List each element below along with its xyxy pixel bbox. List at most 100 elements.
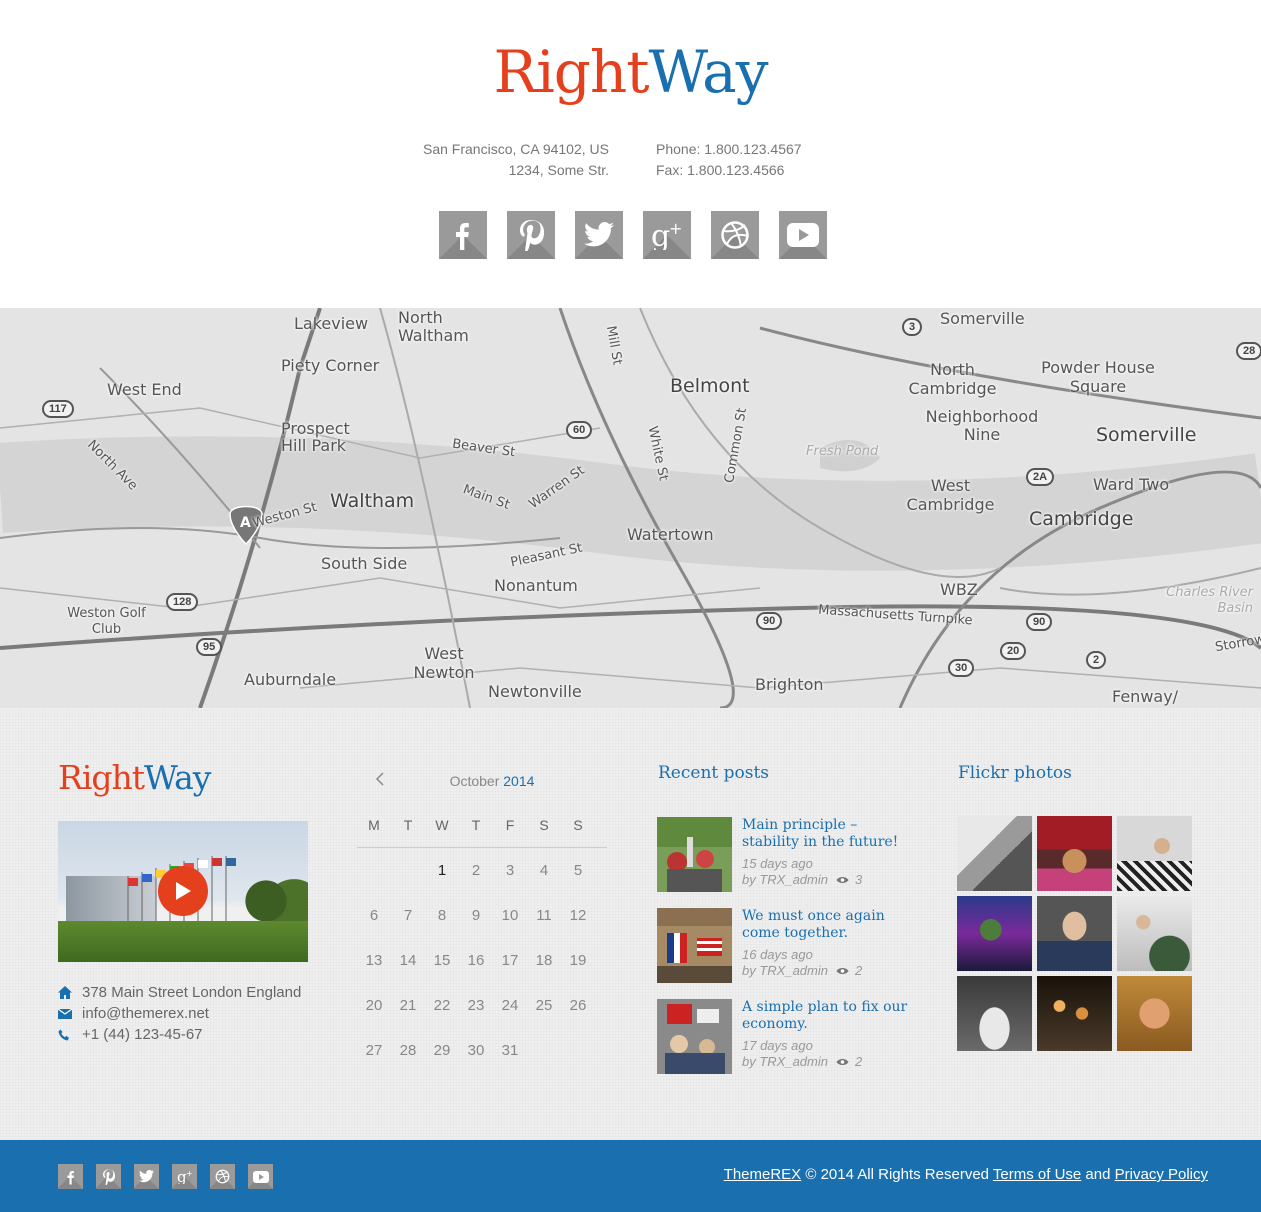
map-label: North Waltham <box>398 308 469 345</box>
post-thumbnail[interactable] <box>657 817 732 892</box>
video-player[interactable] <box>58 821 308 962</box>
calendar-header: October 2014 <box>357 763 607 799</box>
google-plus-icon[interactable]: g + <box>643 211 691 259</box>
post-views-count: 3 <box>854 872 863 887</box>
post-title-link[interactable]: We must once again come together. <box>742 908 917 942</box>
map-label: South Side <box>321 554 408 573</box>
map-label: North Cambridge <box>908 360 997 398</box>
calendar-empty-cell <box>527 1028 561 1073</box>
calendar-day: 4 <box>539 862 549 879</box>
calendar-empty-cell <box>561 1028 595 1073</box>
post-title-link[interactable]: Main principle – stability in the future… <box>742 817 917 851</box>
calendar-day: 6 <box>369 907 379 924</box>
flickr-photo[interactable] <box>957 816 1032 891</box>
calendar-day: 5 <box>573 862 583 879</box>
facebook-icon[interactable] <box>58 1164 83 1189</box>
dribbble-icon[interactable] <box>210 1164 235 1189</box>
youtube-icon[interactable] <box>779 211 827 259</box>
map-label: Fresh Pond <box>806 444 879 459</box>
calendar-day: 25 <box>535 997 553 1014</box>
facebook-icon[interactable] <box>439 211 487 259</box>
contact-phone[interactable]: +1 (44) 123-45-67 <box>58 1026 203 1043</box>
post-views-count: 2 <box>854 963 863 978</box>
calendar-day: 19 <box>569 952 587 969</box>
map-label: Somerville <box>1096 424 1197 446</box>
recent-post[interactable]: We must once again come together. 16 day… <box>657 908 917 983</box>
map-label: West Cambridge <box>906 476 995 514</box>
site-logo[interactable]: RightWay <box>0 38 1261 106</box>
post-thumbnail[interactable] <box>657 908 732 983</box>
dribbble-icon[interactable] <box>711 211 759 259</box>
contact-email[interactable]: info@themerex.net <box>58 1005 209 1022</box>
map-label: Brighton <box>755 675 824 694</box>
location-map[interactable]: Lakeview North Waltham Somerville Piety … <box>0 308 1261 708</box>
play-icon[interactable] <box>158 866 208 916</box>
recent-post[interactable]: A simple plan to fix our economy. 17 day… <box>657 999 917 1074</box>
header-address: San Francisco, CA 94102, US 1234, Some S… <box>423 139 609 181</box>
terms-link[interactable]: Terms of Use <box>993 1166 1081 1183</box>
footer-logo[interactable]: RightWay <box>58 758 211 797</box>
calendar-day: 17 <box>501 952 519 969</box>
calendar-weekday: T <box>403 817 413 833</box>
eye-icon <box>836 872 849 888</box>
svg-text:+: + <box>186 1169 193 1178</box>
flickr-photos <box>957 816 1192 1051</box>
map-label: Powder House Square <box>1041 358 1155 396</box>
route-shield: 90 <box>756 612 783 630</box>
address-line-1: San Francisco, CA 94102, US <box>423 141 609 157</box>
calendar-day: 8 <box>437 907 447 924</box>
flickr-photo[interactable] <box>1037 976 1112 1051</box>
map-label: Prospect Hill Park <box>281 419 350 455</box>
map-label: Watertown <box>627 525 714 544</box>
footer-widgets: RightWay 378 Main Street London England … <box>0 708 1261 1140</box>
map-label: Lakeview <box>294 314 369 333</box>
flickr-photo[interactable] <box>957 896 1032 971</box>
calendar-day: 31 <box>501 1042 519 1059</box>
calendar-weekdays: MTWTFSS <box>357 817 607 848</box>
route-shield: 117 <box>42 400 74 418</box>
map-label: West End <box>107 380 182 399</box>
route-shield: 95 <box>196 638 223 656</box>
map-label: Cambridge <box>1029 508 1134 530</box>
flickr-photo[interactable] <box>1037 896 1112 971</box>
post-title-link[interactable]: A simple plan to fix our economy. <box>742 999 917 1033</box>
youtube-icon[interactable] <box>248 1164 273 1189</box>
privacy-link[interactable]: Privacy Policy <box>1115 1166 1208 1183</box>
post-date: 16 days ago <box>742 947 813 962</box>
flickr-photo[interactable] <box>1117 816 1192 891</box>
calendar-year-link[interactable]: 2014 <box>503 773 534 789</box>
flickr-photo[interactable] <box>1117 976 1192 1051</box>
calendar-day: 28 <box>399 1042 417 1059</box>
calendar-days: 1 2 3 4 5 6 7 8 9 10 11 12 13 14 15 16 17 18 19 20 21 22 23 24 2… <box>357 848 607 1073</box>
post-author[interactable]: by TRX_admin <box>742 1054 828 1069</box>
calendar-day: 10 <box>501 907 519 924</box>
svg-text:g: g <box>177 1169 187 1184</box>
calendar-day[interactable]: 1 <box>425 848 459 893</box>
recent-post[interactable]: Main principle – stability in the future… <box>657 817 917 892</box>
flickr-photo[interactable] <box>1037 816 1112 891</box>
map-label: Charles River Basin <box>1166 585 1253 616</box>
svg-text:+: + <box>669 220 682 238</box>
google-plus-icon[interactable]: g + <box>172 1164 197 1189</box>
map-label: Newtonville <box>488 682 582 701</box>
contact-address: 378 Main Street London England <box>58 984 301 1001</box>
post-author[interactable]: by TRX_admin <box>742 963 828 978</box>
flickr-photo[interactable] <box>1117 896 1192 971</box>
calendar-day: 26 <box>569 997 587 1014</box>
calendar-weekday: M <box>368 817 380 833</box>
twitter-icon[interactable] <box>134 1164 159 1189</box>
map-marker[interactable]: A <box>240 515 251 531</box>
post-author[interactable]: by TRX_admin <box>742 872 828 887</box>
calendar-weekday: F <box>505 817 515 833</box>
pinterest-icon[interactable] <box>507 211 555 259</box>
post-thumbnail[interactable] <box>657 999 732 1074</box>
calendar-day: 18 <box>535 952 553 969</box>
twitter-icon[interactable] <box>575 211 623 259</box>
post-views-count: 2 <box>854 1054 863 1069</box>
map-label: Auburndale <box>244 670 337 689</box>
route-shield: 20 <box>1000 642 1027 660</box>
pinterest-icon[interactable] <box>96 1164 121 1189</box>
flickr-photo[interactable] <box>957 976 1032 1051</box>
calendar-day: 20 <box>365 997 383 1014</box>
themerex-link[interactable]: ThemeREX <box>724 1166 802 1183</box>
